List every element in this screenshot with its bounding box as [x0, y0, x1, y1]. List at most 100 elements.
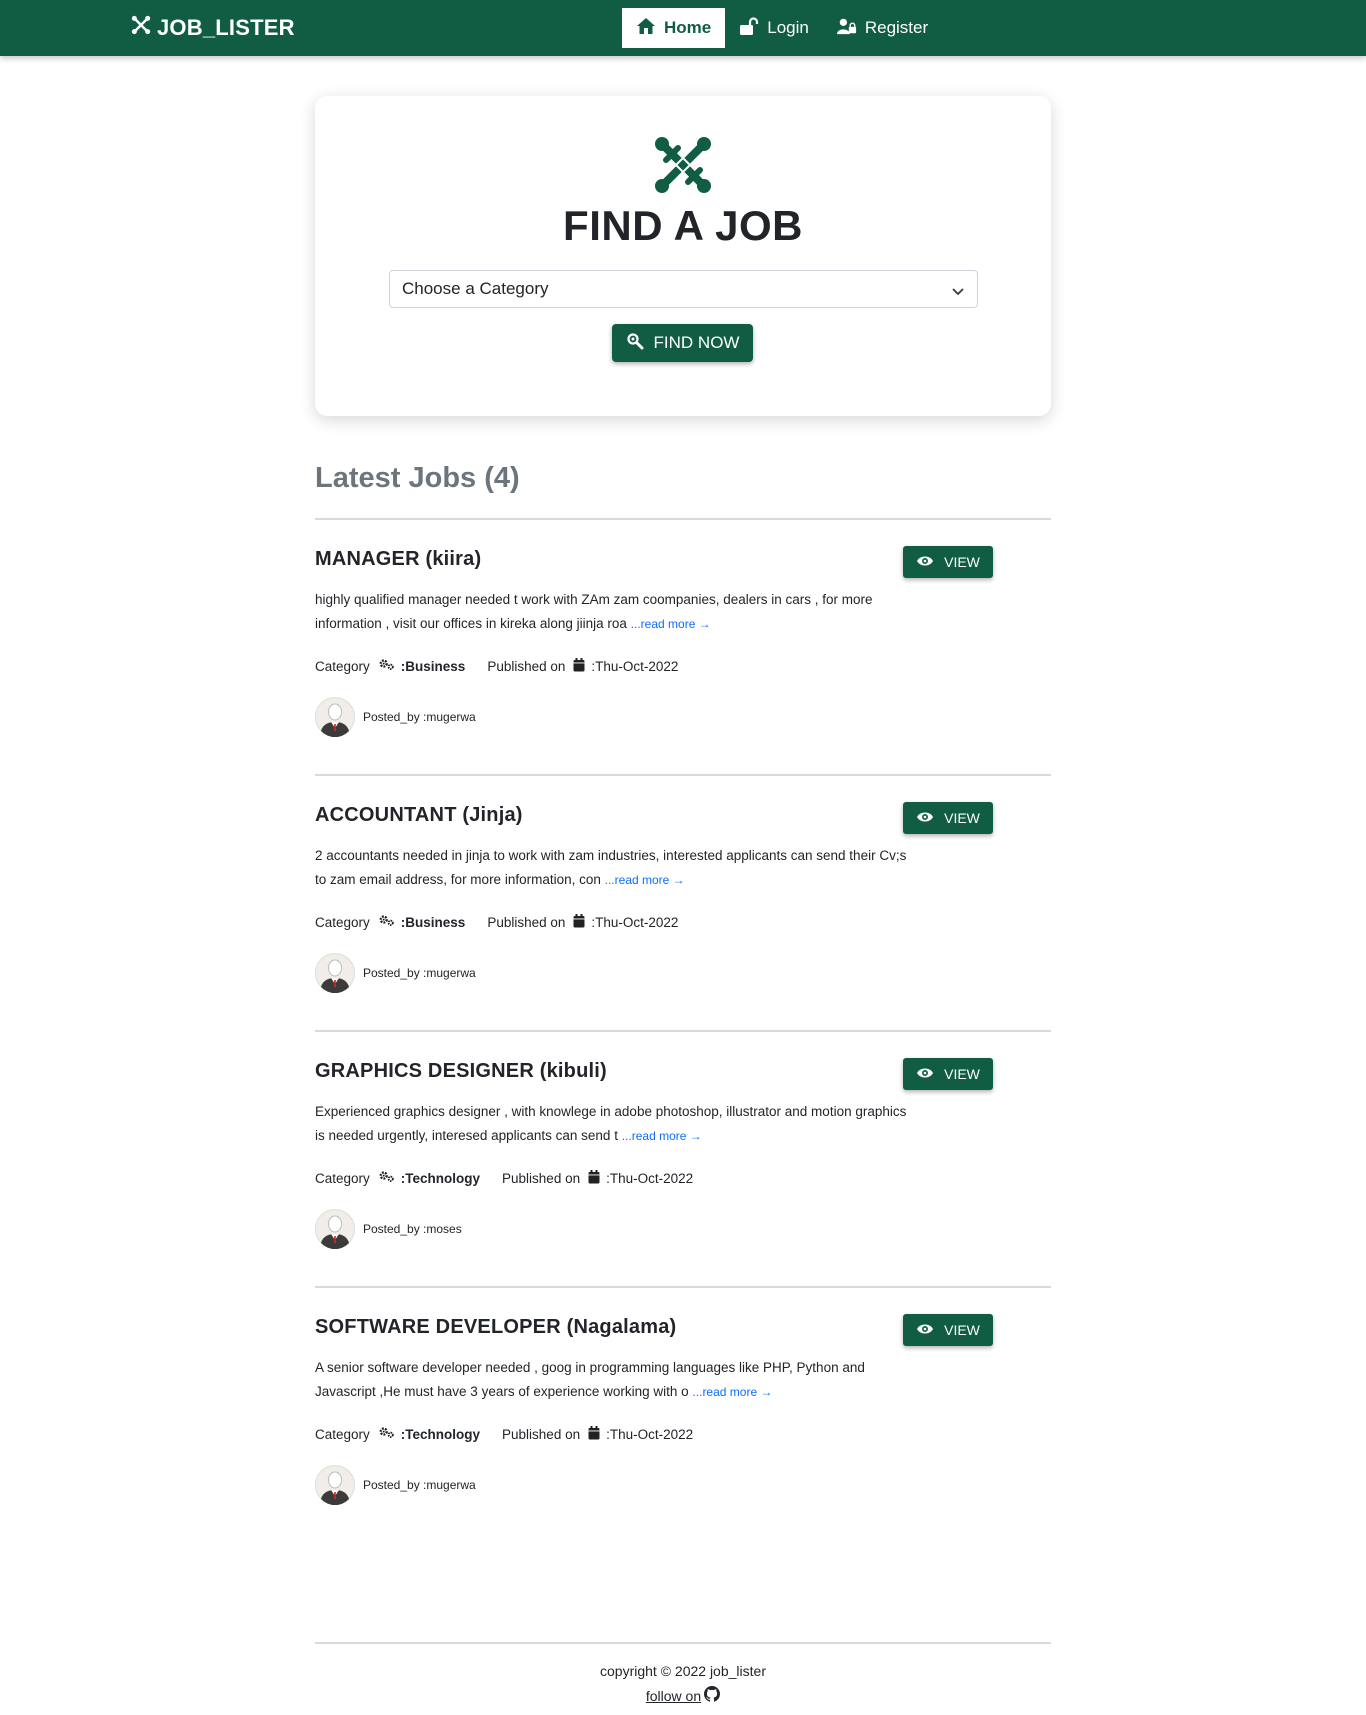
copyright-text: copyright © 2022 job_lister — [600, 1663, 766, 1679]
view-job-label: VIEW — [944, 554, 980, 570]
gears-icon — [370, 914, 401, 930]
github-icon[interactable] — [704, 1686, 721, 1705]
job-meta: Category :Technology Published on :Thu-O… — [315, 1168, 693, 1188]
category-label: Category — [315, 914, 370, 930]
user-lock-icon — [836, 17, 857, 40]
joomla-logo-icon — [131, 15, 151, 41]
job-title: MANAGER (kiira) — [315, 548, 482, 570]
calendar-icon — [580, 1425, 606, 1443]
nav-register[interactable]: Register — [823, 8, 942, 48]
main-nav: Home Login Register — [622, 8, 942, 48]
footer-divider — [315, 1642, 1051, 1644]
avatar — [315, 1465, 355, 1506]
posted-by-text: Posted_by :mugerwa — [363, 710, 476, 724]
nav-home[interactable]: Home — [622, 8, 726, 48]
job-description-text: Experienced graphics designer , with kno… — [315, 1104, 907, 1143]
divider — [315, 518, 1051, 520]
avatar — [315, 953, 355, 994]
latest-jobs-heading: Latest Jobs (4) — [315, 462, 520, 494]
nav-home-label: Home — [664, 18, 712, 37]
category-value: :Business — [400, 658, 466, 674]
calendar-icon — [565, 913, 591, 931]
view-job-button[interactable]: VIEW — [903, 1058, 993, 1090]
follow-link[interactable]: follow on — [0, 1686, 1366, 1705]
published-value: :Thu-Oct-2022 — [606, 1426, 694, 1442]
published-label: Published on — [487, 658, 566, 674]
posted-by-text: Posted_by :moses — [363, 1222, 462, 1236]
divider — [315, 1286, 1051, 1288]
divider — [315, 1030, 1051, 1032]
home-icon — [636, 17, 656, 40]
view-job-label: VIEW — [944, 1322, 980, 1338]
nav-register-label: Register — [864, 18, 929, 37]
job-meta: Category :Technology Published on :Thu-O… — [315, 1424, 693, 1444]
read-more-link[interactable]: ...read more → — [692, 1385, 772, 1399]
job-description: Experienced graphics designer , with kno… — [315, 1100, 910, 1148]
job-meta: Category :Business Published on :Thu-Oct… — [315, 912, 678, 932]
view-job-button[interactable]: VIEW — [903, 546, 993, 578]
published-value: :Thu-Oct-2022 — [591, 658, 679, 674]
job-title: ACCOUNTANT (Jinja) — [315, 804, 523, 826]
search-card: FIND A JOB Choose a Category FIND NOW — [315, 96, 1051, 416]
find-now-button[interactable]: FIND NOW — [612, 324, 753, 362]
job-description: A senior software developer needed , goo… — [315, 1356, 910, 1404]
eye-icon — [916, 554, 934, 571]
category-value: :Technology — [400, 1426, 481, 1442]
job-description: highly qualified manager needed t work w… — [315, 588, 910, 636]
view-job-button[interactable]: VIEW — [903, 1314, 993, 1346]
nav-login-label: Login — [767, 18, 809, 37]
category-label: Category — [315, 1170, 370, 1186]
published-value: :Thu-Oct-2022 — [591, 914, 679, 930]
job-item: ACCOUNTANT (Jinja) VIEW 2 accountants ne… — [315, 790, 1051, 994]
read-more-link[interactable]: ...read more → — [631, 617, 711, 631]
view-job-label: VIEW — [944, 810, 980, 826]
gears-icon — [370, 1426, 401, 1442]
eye-icon — [916, 1322, 934, 1339]
calendar-icon — [580, 1169, 606, 1187]
category-label: Category — [315, 1426, 370, 1442]
job-item: MANAGER (kiira) VIEW highly qualified ma… — [315, 534, 1051, 738]
posted-by-text: Posted_by :mugerwa — [363, 1478, 476, 1492]
job-meta: Category :Business Published on :Thu-Oct… — [315, 656, 678, 676]
find-now-label: FIND NOW — [653, 333, 740, 352]
eye-icon — [916, 1066, 934, 1083]
posted-by-text: Posted_by :mugerwa — [363, 966, 476, 980]
page-title: FIND A JOB — [563, 202, 803, 249]
job-title: GRAPHICS DESIGNER (kibuli) — [315, 1060, 607, 1082]
job-item: GRAPHICS DESIGNER (kibuli) VIEW Experien… — [315, 1046, 1051, 1250]
avatar — [315, 1209, 355, 1250]
category-label: Category — [315, 658, 370, 674]
published-label: Published on — [487, 914, 566, 930]
joomla-logo-icon — [654, 136, 712, 194]
follow-label[interactable]: follow on — [646, 1688, 701, 1704]
job-poster: Posted_by :mugerwa — [315, 697, 476, 738]
brand-label: JOB_LISTER — [157, 15, 295, 40]
job-title: SOFTWARE DEVELOPER (Nagalama) — [315, 1316, 677, 1338]
read-more-link[interactable]: ...read more → — [605, 873, 685, 887]
view-job-label: VIEW — [944, 1066, 980, 1082]
unlock-icon — [739, 16, 759, 40]
published-label: Published on — [502, 1170, 581, 1186]
gears-icon — [370, 658, 401, 674]
view-job-button[interactable]: VIEW — [903, 802, 993, 834]
published-label: Published on — [502, 1426, 581, 1442]
chevron-down-icon — [951, 283, 965, 297]
navbar: JOB_LISTER Home Login Register — [0, 0, 1366, 56]
divider — [315, 774, 1051, 776]
job-poster: Posted_by :mugerwa — [315, 953, 476, 994]
job-poster: Posted_by :mugerwa — [315, 1465, 476, 1506]
category-value: :Business — [400, 914, 466, 930]
calendar-icon — [565, 657, 591, 675]
published-value: :Thu-Oct-2022 — [606, 1170, 694, 1186]
gears-icon — [370, 1170, 401, 1186]
nav-login[interactable]: Login — [725, 8, 823, 48]
eye-icon — [916, 810, 934, 827]
avatar — [315, 697, 355, 738]
job-description-text: A senior software developer needed , goo… — [315, 1360, 865, 1399]
search-icon — [626, 332, 644, 355]
category-select[interactable]: Choose a Category — [389, 270, 978, 308]
read-more-link[interactable]: ...read more → — [622, 1129, 702, 1143]
job-description: 2 accountants needed in jinja to work wi… — [315, 844, 910, 892]
job-item: SOFTWARE DEVELOPER (Nagalama) VIEW A sen… — [315, 1302, 1051, 1506]
brand-link[interactable]: JOB_LISTER — [131, 14, 295, 42]
